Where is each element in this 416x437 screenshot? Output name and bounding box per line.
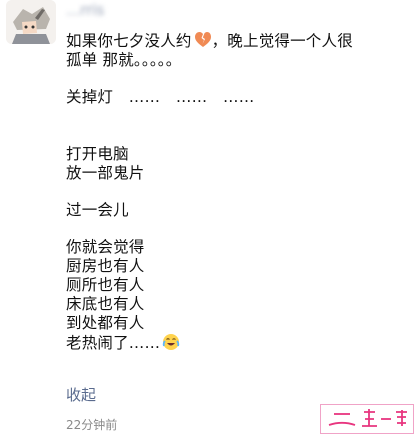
post-line-6: 过一会儿 [66, 201, 129, 219]
post-line-9: 厕所也有人 [66, 276, 145, 294]
post-line-2: 孤单 那就。。。。。 [66, 51, 182, 69]
post-line-3: 关掉灯 …… …… …… [66, 88, 255, 106]
avatar[interactable] [6, 0, 56, 44]
post-line-1: 如果你七夕没人约 ，晚上觉得一个人很 [66, 31, 353, 50]
post-line-4: 打开电脑 [66, 145, 129, 163]
post-line-5: 放一部鬼片 [66, 164, 145, 182]
post-content: 如果你七夕没人约 ，晚上觉得一个人很 孤单 那就。。。。。 关掉灯 …… …… …… [66, 31, 356, 353]
collapse-link[interactable]: 收起 [66, 386, 96, 405]
timestamp: 22分钟前 [66, 418, 118, 432]
site-watermark [320, 404, 414, 434]
username[interactable]: ...rris [66, 0, 196, 20]
post-line-12: 老热闹了…… [66, 333, 356, 353]
post-line-10: 床底也有人 [66, 295, 145, 313]
broken-heart-icon [194, 31, 212, 49]
post-line-7: 你就会觉得 [66, 238, 145, 256]
post-line-8: 厨房也有人 [66, 257, 145, 275]
anime-character-avatar [6, 0, 56, 44]
post-line-11: 到处都有人 [66, 314, 145, 332]
watermark-logo [321, 405, 413, 433]
laughing-face-icon [162, 333, 180, 351]
